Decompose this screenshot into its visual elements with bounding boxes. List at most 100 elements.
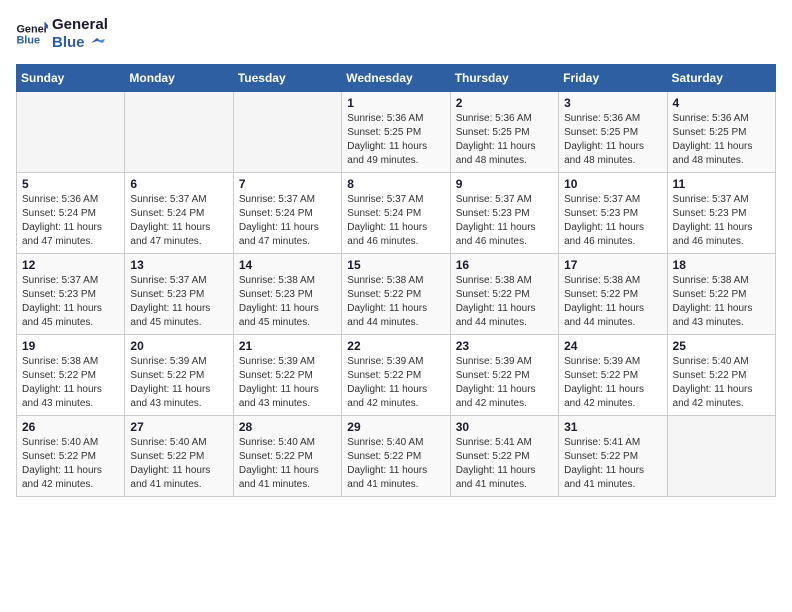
- calendar-cell: 19 Sunrise: 5:38 AMSunset: 5:22 PMDayligh…: [17, 335, 125, 416]
- calendar-cell: 30 Sunrise: 5:41 AMSunset: 5:22 PMDayligh…: [450, 416, 558, 497]
- logo-general: General: [52, 16, 108, 34]
- calendar-cell: 4 Sunrise: 5:36 AMSunset: 5:25 PMDaylight…: [667, 92, 775, 173]
- day-info: Sunrise: 5:41 AMSunset: 5:22 PMDaylight:…: [456, 436, 553, 492]
- day-number: 17: [564, 258, 661, 272]
- day-info: Sunrise: 5:38 AMSunset: 5:22 PMDaylight:…: [22, 355, 119, 411]
- day-info: Sunrise: 5:38 AMSunset: 5:22 PMDaylight:…: [673, 274, 770, 330]
- logo-bird-icon: [87, 36, 105, 50]
- day-info: Sunrise: 5:40 AMSunset: 5:22 PMDaylight:…: [239, 436, 336, 492]
- calendar-cell: 9Sunrise: 5:37 AMSunset: 5:23 PMDaylight…: [450, 173, 558, 254]
- svg-text:Blue: Blue: [16, 34, 40, 46]
- weekday-header-friday: Friday: [559, 65, 667, 92]
- calendar-week-row: 12Sunrise: 5:37 AMSunset: 5:23 PMDayligh…: [17, 254, 776, 335]
- weekday-header-saturday: Saturday: [667, 65, 775, 92]
- day-number: 27: [130, 420, 227, 434]
- calendar-cell: 26 Sunrise: 5:40 AMSunset: 5:22 PMDayligh…: [17, 416, 125, 497]
- calendar-cell: [233, 92, 341, 173]
- day-info: Sunrise: 5:40 AMSunset: 5:22 PMDaylight:…: [347, 436, 444, 492]
- calendar-cell: 10 Sunrise: 5:37 AMSunset: 5:23 PMDayligh…: [559, 173, 667, 254]
- day-info: Sunrise: 5:37 AMSunset: 5:23 PMDaylight:…: [130, 274, 227, 330]
- calendar-cell: 21 Sunrise: 5:39 AMSunset: 5:22 PMDayligh…: [233, 335, 341, 416]
- calendar-cell: 14 Sunrise: 5:38 AMSunset: 5:23 PMDayligh…: [233, 254, 341, 335]
- day-number: 30: [456, 420, 553, 434]
- calendar-cell: 23Sunrise: 5:39 AMSunset: 5:22 PMDayligh…: [450, 335, 558, 416]
- day-number: 28: [239, 420, 336, 434]
- day-info: Sunrise: 5:39 AMSunset: 5:22 PMDaylight:…: [130, 355, 227, 411]
- day-number: 31: [564, 420, 661, 434]
- day-number: 2: [456, 96, 553, 110]
- day-number: 1: [347, 96, 444, 110]
- weekday-header-tuesday: Tuesday: [233, 65, 341, 92]
- day-number: 18: [673, 258, 770, 272]
- calendar-cell: 13 Sunrise: 5:37 AMSunset: 5:23 PMDayligh…: [125, 254, 233, 335]
- day-number: 6: [130, 177, 227, 191]
- calendar-cell: 25Sunrise: 5:40 AMSunset: 5:22 PMDayligh…: [667, 335, 775, 416]
- day-number: 26: [22, 420, 119, 434]
- calendar-week-row: 5 Sunrise: 5:36 AMSunset: 5:24 PMDaylight…: [17, 173, 776, 254]
- weekday-header-monday: Monday: [125, 65, 233, 92]
- calendar-table: SundayMondayTuesdayWednesdayThursdayFrid…: [16, 64, 776, 497]
- day-info: Sunrise: 5:37 AMSunset: 5:24 PMDaylight:…: [130, 193, 227, 249]
- day-info: Sunrise: 5:36 AMSunset: 5:25 PMDaylight:…: [347, 112, 444, 168]
- day-number: 11: [673, 177, 770, 191]
- calendar-cell: 3 Sunrise: 5:36 AMSunset: 5:25 PMDaylight…: [559, 92, 667, 173]
- day-number: 21: [239, 339, 336, 353]
- day-number: 14: [239, 258, 336, 272]
- calendar-cell: 18 Sunrise: 5:38 AMSunset: 5:22 PMDayligh…: [667, 254, 775, 335]
- day-info: Sunrise: 5:36 AMSunset: 5:25 PMDaylight:…: [456, 112, 553, 168]
- day-info: Sunrise: 5:40 AMSunset: 5:22 PMDaylight:…: [673, 355, 770, 411]
- calendar-cell: 20 Sunrise: 5:39 AMSunset: 5:22 PMDayligh…: [125, 335, 233, 416]
- calendar-cell: 12Sunrise: 5:37 AMSunset: 5:23 PMDayligh…: [17, 254, 125, 335]
- day-info: Sunrise: 5:41 AMSunset: 5:22 PMDaylight:…: [564, 436, 661, 492]
- day-info: Sunrise: 5:36 AMSunset: 5:25 PMDaylight:…: [673, 112, 770, 168]
- day-info: Sunrise: 5:37 AMSunset: 5:23 PMDaylight:…: [564, 193, 661, 249]
- day-number: 4: [673, 96, 770, 110]
- calendar-cell: 28 Sunrise: 5:40 AMSunset: 5:22 PMDayligh…: [233, 416, 341, 497]
- day-number: 23: [456, 339, 553, 353]
- day-info: Sunrise: 5:38 AMSunset: 5:23 PMDaylight:…: [239, 274, 336, 330]
- day-info: Sunrise: 5:40 AMSunset: 5:22 PMDaylight:…: [22, 436, 119, 492]
- calendar-cell: 8 Sunrise: 5:37 AMSunset: 5:24 PMDaylight…: [342, 173, 450, 254]
- day-number: 19: [22, 339, 119, 353]
- calendar-cell: 1 Sunrise: 5:36 AMSunset: 5:25 PMDaylight…: [342, 92, 450, 173]
- day-info: Sunrise: 5:36 AMSunset: 5:24 PMDaylight:…: [22, 193, 119, 249]
- calendar-cell: 22Sunrise: 5:39 AMSunset: 5:22 PMDayligh…: [342, 335, 450, 416]
- day-info: Sunrise: 5:38 AMSunset: 5:22 PMDaylight:…: [564, 274, 661, 330]
- day-number: 13: [130, 258, 227, 272]
- day-number: 5: [22, 177, 119, 191]
- day-info: Sunrise: 5:39 AMSunset: 5:22 PMDaylight:…: [347, 355, 444, 411]
- day-number: 8: [347, 177, 444, 191]
- day-info: Sunrise: 5:38 AMSunset: 5:22 PMDaylight:…: [347, 274, 444, 330]
- day-number: 29: [347, 420, 444, 434]
- day-info: Sunrise: 5:40 AMSunset: 5:22 PMDaylight:…: [130, 436, 227, 492]
- calendar-cell: 31 Sunrise: 5:41 AMSunset: 5:22 PMDayligh…: [559, 416, 667, 497]
- day-info: Sunrise: 5:37 AMSunset: 5:23 PMDaylight:…: [673, 193, 770, 249]
- weekday-header-thursday: Thursday: [450, 65, 558, 92]
- day-info: Sunrise: 5:37 AMSunset: 5:24 PMDaylight:…: [347, 193, 444, 249]
- day-info: Sunrise: 5:36 AMSunset: 5:25 PMDaylight:…: [564, 112, 661, 168]
- day-number: 24: [564, 339, 661, 353]
- day-number: 16: [456, 258, 553, 272]
- day-number: 3: [564, 96, 661, 110]
- weekday-header-sunday: Sunday: [17, 65, 125, 92]
- calendar-cell: 5 Sunrise: 5:36 AMSunset: 5:24 PMDaylight…: [17, 173, 125, 254]
- logo-icon: General Blue: [16, 20, 48, 48]
- calendar-cell: 2 Sunrise: 5:36 AMSunset: 5:25 PMDaylight…: [450, 92, 558, 173]
- calendar-cell: 16 Sunrise: 5:38 AMSunset: 5:22 PMDayligh…: [450, 254, 558, 335]
- day-number: 10: [564, 177, 661, 191]
- calendar-week-row: 19 Sunrise: 5:38 AMSunset: 5:22 PMDayligh…: [17, 335, 776, 416]
- calendar-cell: 6 Sunrise: 5:37 AMSunset: 5:24 PMDaylight…: [125, 173, 233, 254]
- weekday-header-row: SundayMondayTuesdayWednesdayThursdayFrid…: [17, 65, 776, 92]
- day-info: Sunrise: 5:38 AMSunset: 5:22 PMDaylight:…: [456, 274, 553, 330]
- calendar-cell: 15Sunrise: 5:38 AMSunset: 5:22 PMDayligh…: [342, 254, 450, 335]
- day-number: 9: [456, 177, 553, 191]
- day-info: Sunrise: 5:39 AMSunset: 5:22 PMDaylight:…: [564, 355, 661, 411]
- logo: General Blue General Blue: [16, 16, 108, 52]
- calendar-week-row: 26 Sunrise: 5:40 AMSunset: 5:22 PMDayligh…: [17, 416, 776, 497]
- header: General Blue General Blue: [16, 16, 776, 52]
- day-info: Sunrise: 5:37 AMSunset: 5:24 PMDaylight:…: [239, 193, 336, 249]
- day-info: Sunrise: 5:39 AMSunset: 5:22 PMDaylight:…: [239, 355, 336, 411]
- calendar-cell: 29 Sunrise: 5:40 AMSunset: 5:22 PMDayligh…: [342, 416, 450, 497]
- calendar-cell: [125, 92, 233, 173]
- day-number: 20: [130, 339, 227, 353]
